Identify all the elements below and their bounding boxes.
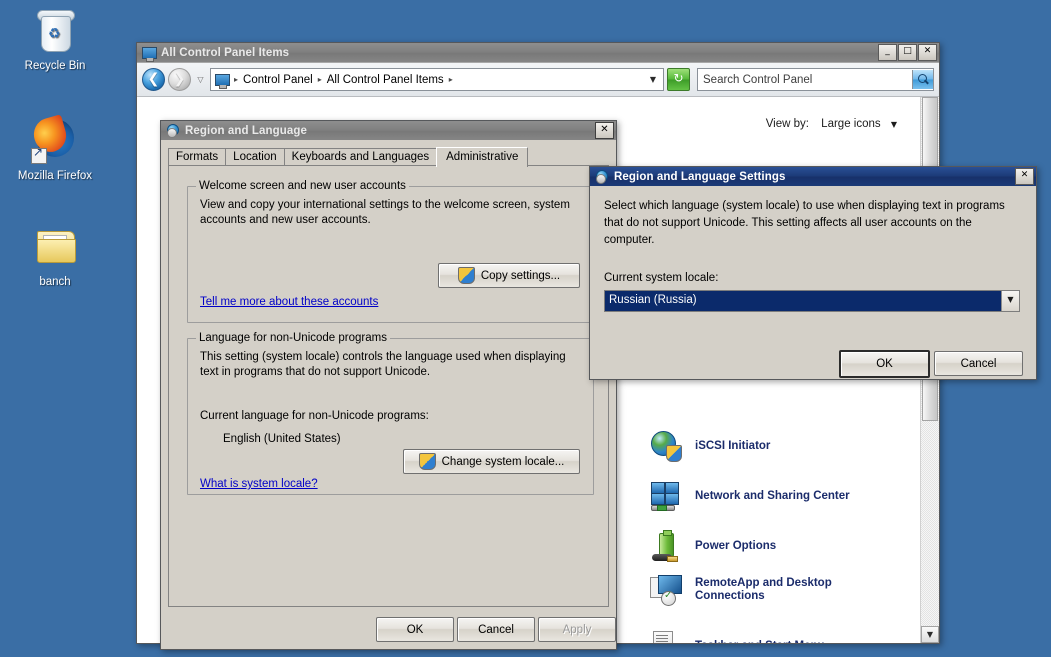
scroll-down-button[interactable]: ▼ xyxy=(921,626,939,643)
desktop-icon-recycle-bin[interactable]: ♻ Recycle Bin xyxy=(0,6,110,73)
control-panel-item-label: Power Options xyxy=(695,539,777,552)
back-arrow-icon[interactable]: ❮ xyxy=(142,68,165,91)
tab-keyboards-and-languages[interactable]: Keyboards and Languages xyxy=(283,148,438,166)
tab-location[interactable]: Location xyxy=(225,148,285,166)
administrative-tab-page: Welcome screen and new user accounts Vie… xyxy=(168,165,609,607)
power-options-icon xyxy=(650,530,682,562)
control-panel-item-network-and-sharing-center[interactable]: Network and Sharing Center xyxy=(650,480,850,512)
region-and-language-settings-dialog: Region and Language Settings ✕ Select wh… xyxy=(589,166,1037,380)
control-panel-item-taskbar-and-start-menu[interactable]: Taskbar and Start Menu xyxy=(650,630,825,643)
non-unicode-description: This setting (system locale) controls th… xyxy=(200,351,566,378)
cancel-button[interactable]: Cancel xyxy=(457,617,535,642)
welcome-screen-description: View and copy your international setting… xyxy=(200,199,570,226)
welcome-screen-groupbox: Welcome screen and new user accounts Vie… xyxy=(187,180,594,323)
settings-description: Select which language (system locale) to… xyxy=(604,200,1005,246)
chevron-down-icon[interactable]: ▼ xyxy=(1001,291,1019,311)
close-button[interactable]: ✕ xyxy=(1015,168,1034,185)
recycle-bin-icon: ♻ xyxy=(31,6,79,56)
uac-shield-icon xyxy=(418,453,436,470)
what-is-system-locale-link[interactable]: What is system locale? xyxy=(200,478,318,490)
tab-formats[interactable]: Formats xyxy=(168,148,227,166)
system-locale-select[interactable]: Russian (Russia) ▼ xyxy=(604,290,1020,312)
non-unicode-group-title: Language for non-Unicode programs xyxy=(196,332,390,344)
system-locale-value: Russian (Russia) xyxy=(605,291,1001,311)
current-language-value: English (United States) xyxy=(223,433,341,445)
control-panel-item-remoteapp-and-desktop-connections[interactable]: RemoteApp and Desktop Connections xyxy=(650,574,885,606)
firefox-icon xyxy=(29,114,79,166)
desktop-icon-banch[interactable]: banch xyxy=(0,222,110,289)
maximize-button[interactable]: □ xyxy=(898,44,917,61)
recent-pages-icon[interactable]: ▽ xyxy=(194,75,207,84)
remoteapp-icon xyxy=(650,574,682,606)
non-unicode-groupbox: Language for non-Unicode programs This s… xyxy=(187,332,594,495)
search-icon[interactable] xyxy=(912,70,933,89)
region-language-icon xyxy=(165,123,181,139)
settings-dialog-body: Select which language (system locale) to… xyxy=(590,186,1036,379)
network-sharing-icon xyxy=(650,480,682,512)
folder-icon xyxy=(31,222,79,272)
region-dialog-footer: OK Cancel Apply xyxy=(161,607,616,649)
control-panel-icon xyxy=(214,72,231,89)
control-panel-item-label: iSCSI Initiator xyxy=(695,439,771,452)
current-system-locale-label: Current system locale: xyxy=(604,272,719,284)
desktop-icon-label: Mozilla Firefox xyxy=(17,170,93,182)
tell-me-more-link[interactable]: Tell me more about these accounts xyxy=(200,296,378,308)
breadcrumb-control-panel[interactable]: Control Panel xyxy=(241,74,315,86)
tab-administrative[interactable]: Administrative xyxy=(436,147,529,167)
close-button[interactable]: ✕ xyxy=(595,122,614,139)
copy-settings-label: Copy settings... xyxy=(480,269,561,282)
chevron-down-icon[interactable]: ▼ xyxy=(645,75,661,84)
change-system-locale-button[interactable]: Change system locale... xyxy=(403,449,580,474)
breadcrumb-all-control-panel-items[interactable]: All Control Panel Items xyxy=(325,74,446,86)
taskbar-start-menu-icon xyxy=(650,630,682,643)
search-placeholder: Search Control Panel xyxy=(703,73,813,86)
welcome-screen-group-title: Welcome screen and new user accounts xyxy=(196,180,409,192)
search-input[interactable]: Search Control Panel xyxy=(697,68,934,91)
ok-button[interactable]: OK xyxy=(376,617,454,642)
breadcrumb-separator[interactable]: ▸ xyxy=(446,75,456,84)
address-bar[interactable]: ▸ Control Panel ▸ All Control Panel Item… xyxy=(210,68,664,91)
control-panel-icon xyxy=(141,45,157,62)
control-panel-item-label: Taskbar and Start Menu xyxy=(695,640,825,644)
control-panel-item-iscsi-initiator[interactable]: iSCSI Initiator xyxy=(650,430,770,462)
region-and-language-dialog: Region and Language ✕ Formats Location K… xyxy=(160,120,617,650)
breadcrumb-separator[interactable]: ▸ xyxy=(315,75,325,84)
region-dialog-tabstrip: Formats Location Keyboards and Languages… xyxy=(168,147,609,167)
desktop-icon-mozilla-firefox[interactable]: Mozilla Firefox xyxy=(0,114,110,183)
settings-dialog-titlebar[interactable]: Region and Language Settings ✕ xyxy=(590,167,1036,186)
explorer-navigation-bar: ❮ ❯ ▽ ▸ Control Panel ▸ All Control Pane… xyxy=(137,63,939,97)
minimize-button[interactable]: _ xyxy=(878,44,897,61)
region-dialog-titlebar[interactable]: Region and Language ✕ xyxy=(161,121,616,140)
uac-shield-icon xyxy=(457,267,475,284)
close-button[interactable]: ✕ xyxy=(918,44,937,61)
copy-settings-button[interactable]: Copy settings... xyxy=(438,263,580,288)
control-panel-item-label: RemoteApp and Desktop Connections xyxy=(695,577,832,602)
refresh-icon[interactable]: ↻ xyxy=(667,68,690,91)
settings-ok-button[interactable]: OK xyxy=(839,350,930,378)
region-dialog-title: Region and Language xyxy=(185,124,308,137)
desktop-icon-label: banch xyxy=(39,276,71,288)
apply-button: Apply xyxy=(538,617,616,642)
change-system-locale-label: Change system locale... xyxy=(441,455,565,468)
settings-dialog-title: Region and Language Settings xyxy=(614,170,786,183)
explorer-titlebar[interactable]: All Control Panel Items _ □ ✕ xyxy=(137,43,939,62)
desktop-icon-label: Recycle Bin xyxy=(24,60,86,72)
region-language-icon xyxy=(594,169,610,185)
iscsi-initiator-icon xyxy=(650,430,682,462)
current-language-label: Current language for non-Unicode program… xyxy=(200,410,429,422)
forward-arrow-icon[interactable]: ❯ xyxy=(168,68,191,91)
breadcrumb-separator[interactable]: ▸ xyxy=(231,75,241,84)
control-panel-item-label: Network and Sharing Center xyxy=(695,489,850,502)
settings-cancel-button[interactable]: Cancel xyxy=(934,351,1023,376)
explorer-title: All Control Panel Items xyxy=(161,46,290,59)
control-panel-item-power-options[interactable]: Power Options xyxy=(650,530,776,562)
